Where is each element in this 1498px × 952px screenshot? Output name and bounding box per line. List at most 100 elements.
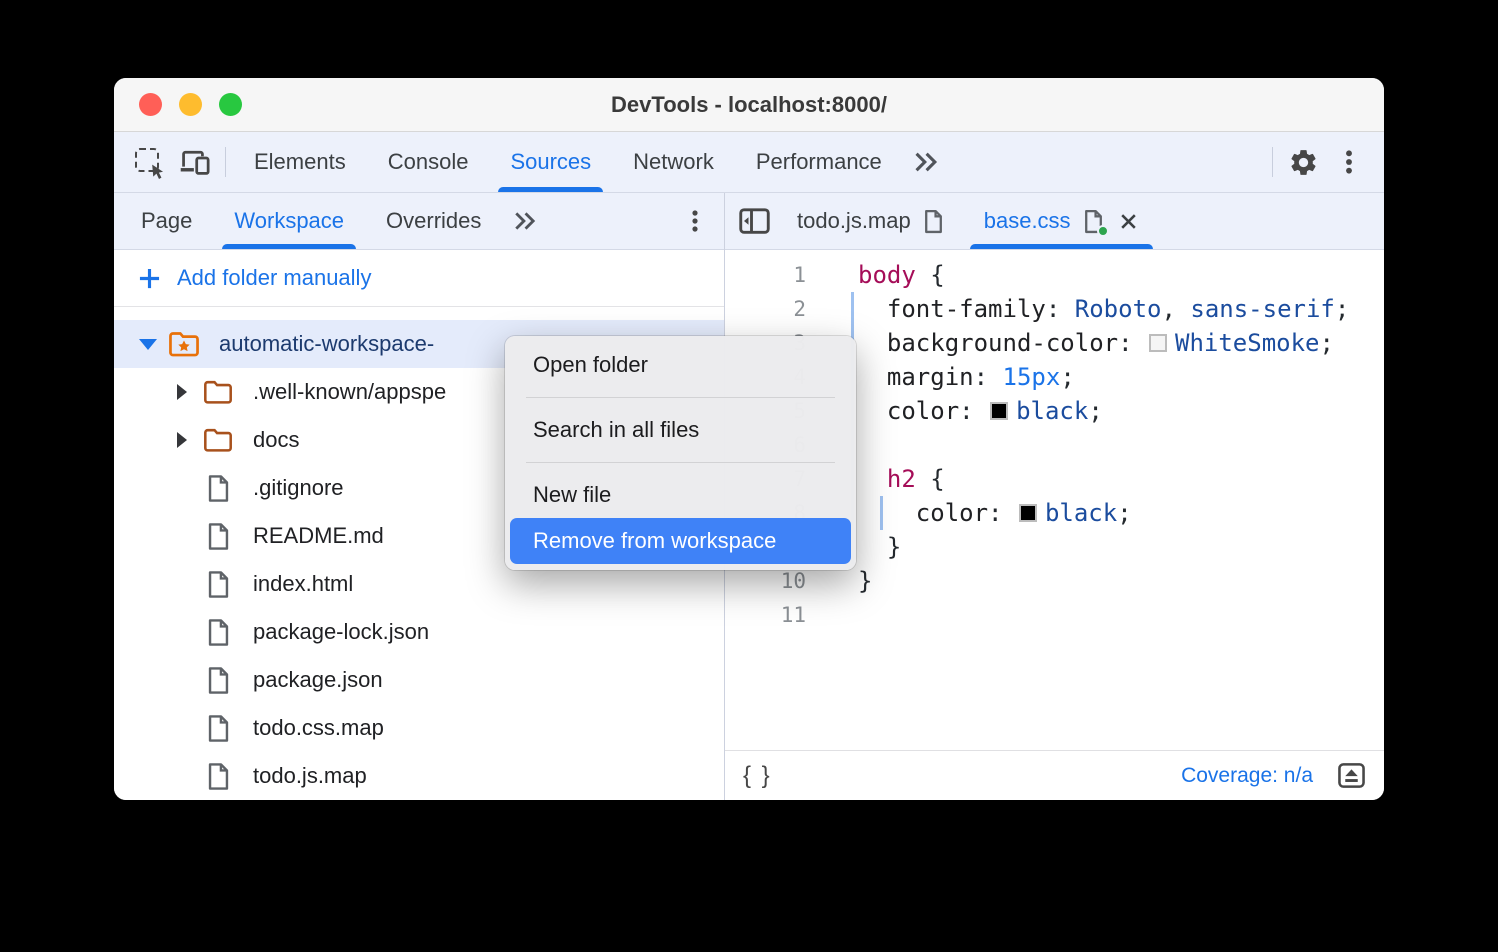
editor-tab-label: base.css xyxy=(984,208,1071,234)
code-token xyxy=(858,295,887,323)
code-text: h2 { xyxy=(858,462,945,496)
menu-divider xyxy=(526,462,835,463)
tree-item-label: todo.css.map xyxy=(253,715,384,741)
tree-item-label: automatic-workspace- xyxy=(219,331,434,357)
more-navigator-tabs-button[interactable] xyxy=(502,198,548,244)
tab-performance[interactable]: Performance xyxy=(735,132,903,192)
main-tabs: ElementsConsoleSourcesNetworkPerformance xyxy=(233,132,903,192)
code-text: body { xyxy=(858,258,945,292)
traffic-lights xyxy=(139,78,242,131)
tree-row-todo-js-map[interactable]: todo.js.map xyxy=(114,752,724,800)
tree-item-icon xyxy=(200,427,236,453)
tab-sources[interactable]: Sources xyxy=(489,132,612,192)
tree-row-package-json[interactable]: package.json xyxy=(114,656,724,704)
menu-item-open-folder[interactable]: Open folder xyxy=(510,342,851,388)
more-panels-button[interactable] xyxy=(903,139,949,185)
code-token: : xyxy=(974,363,1003,391)
code-line: 11 xyxy=(725,598,1384,632)
file-icon xyxy=(206,474,231,503)
minimize-window-button[interactable] xyxy=(179,93,202,116)
navigator-tab-list: PageWorkspaceOverrides xyxy=(120,193,502,249)
menu-item-new-file[interactable]: New file xyxy=(510,472,851,518)
chevron-double-icon xyxy=(511,209,539,233)
code-token: body xyxy=(858,261,916,289)
editor-tab-list: todo.js.map base.css xyxy=(777,193,1159,249)
code-token: } xyxy=(858,567,872,595)
pretty-print-button[interactable]: { } xyxy=(743,762,772,790)
line-number[interactable]: 11 xyxy=(725,598,806,632)
tree-item-icon xyxy=(200,522,236,551)
toolbar-divider-right xyxy=(1272,147,1273,177)
code-token: Roboto xyxy=(1075,295,1162,323)
inspect-element-button[interactable] xyxy=(126,139,172,185)
add-folder-label: Add folder manually xyxy=(177,265,371,291)
code-token xyxy=(858,397,887,425)
editor-tab-todo-js-map[interactable]: todo.js.map xyxy=(777,193,964,249)
tree-item-icon xyxy=(200,474,236,503)
coverage-link[interactable]: Coverage: n/a xyxy=(1181,764,1313,788)
expand-toggle[interactable] xyxy=(164,432,200,448)
navigator-tab-overrides[interactable]: Overrides xyxy=(365,193,502,249)
code-token: ; xyxy=(1117,499,1131,527)
zoom-window-button[interactable] xyxy=(219,93,242,116)
navigator-tab-page[interactable]: Page xyxy=(120,193,213,249)
code-token: ; xyxy=(1060,363,1074,391)
code-token: { xyxy=(916,261,945,289)
code-text: } xyxy=(858,530,901,564)
settings-button[interactable] xyxy=(1280,139,1326,185)
tree-row-todo-css-map[interactable]: todo.css.map xyxy=(114,704,724,752)
code-token: color xyxy=(887,397,959,425)
tree-item-icon xyxy=(200,666,236,695)
navigator-tab-workspace[interactable]: Workspace xyxy=(213,193,365,249)
color-swatch[interactable] xyxy=(990,402,1008,420)
code-token: black xyxy=(1045,499,1117,527)
editor-tab-file-icon xyxy=(923,209,944,234)
code-text: margin: 15px; xyxy=(858,360,1075,394)
add-folder-button[interactable]: Add folder manually xyxy=(114,250,724,307)
code-token: ; xyxy=(1088,397,1102,425)
code-token: ; xyxy=(1335,295,1349,323)
editor-tab-base-css[interactable]: base.css xyxy=(964,193,1159,249)
editor-statusbar: { } Coverage: n/a xyxy=(725,750,1384,800)
code-token xyxy=(858,465,887,493)
navigator-menu-button[interactable] xyxy=(672,198,718,244)
color-swatch[interactable] xyxy=(1149,334,1167,352)
indent-guide xyxy=(880,496,883,530)
triangle-right-icon xyxy=(177,432,187,448)
customize-devtools-button[interactable] xyxy=(1326,139,1372,185)
editor-tab-file-icon xyxy=(1083,209,1104,234)
kebab-menu-icon xyxy=(683,207,707,235)
close-tab-button[interactable] xyxy=(1118,211,1139,232)
triangle-down-icon xyxy=(139,339,157,350)
file-icon xyxy=(206,762,231,791)
tree-item-label: index.html xyxy=(253,571,353,597)
eject-icon xyxy=(1337,761,1366,790)
close-window-button[interactable] xyxy=(139,93,162,116)
device-toolbar-button[interactable] xyxy=(172,139,218,185)
menu-item-search-in-all-files[interactable]: Search in all files xyxy=(510,407,851,453)
tree-row-package-lock-json[interactable]: package-lock.json xyxy=(114,608,724,656)
editor-tab-label: todo.js.map xyxy=(797,208,911,234)
menu-item-remove-from-workspace[interactable]: Remove from workspace xyxy=(510,518,851,564)
tab-elements[interactable]: Elements xyxy=(233,132,367,192)
toggle-navigator-button[interactable] xyxy=(731,198,777,244)
toggle-drawer-button[interactable] xyxy=(1337,761,1366,790)
window-title: DevTools - localhost:8000/ xyxy=(611,92,887,118)
expand-toggle[interactable] xyxy=(130,339,166,350)
line-number[interactable]: 2 xyxy=(725,292,806,326)
folder-icon xyxy=(203,427,233,453)
tree-item-label: .well-known/appspe xyxy=(253,379,446,405)
tree-item-icon xyxy=(166,330,202,358)
inspect-icon xyxy=(135,148,163,176)
tab-console[interactable]: Console xyxy=(367,132,490,192)
code-token: : xyxy=(1118,329,1147,357)
code-token: : xyxy=(959,397,988,425)
code-token: { xyxy=(916,465,945,493)
tab-network[interactable]: Network xyxy=(612,132,735,192)
devtools-window: DevTools - localhost:8000/ E xyxy=(114,78,1384,800)
expand-toggle[interactable] xyxy=(164,384,200,400)
file-icon xyxy=(206,522,231,551)
code-token: margin xyxy=(887,363,974,391)
line-number[interactable]: 1 xyxy=(725,258,806,292)
color-swatch[interactable] xyxy=(1019,504,1037,522)
